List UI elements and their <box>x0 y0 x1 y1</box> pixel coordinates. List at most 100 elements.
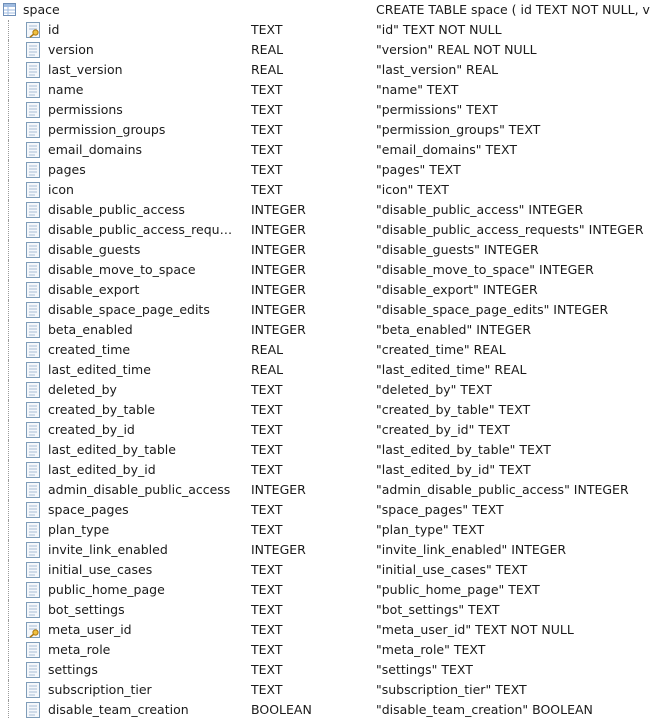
column-row-last_edited_by_table[interactable]: last_edited_by_table TEXT "last_edited_b… <box>0 440 653 460</box>
column-sql: "meta_user_id" TEXT NOT NULL <box>376 622 574 637</box>
column-name: name <box>48 82 84 97</box>
column-sql: "initial_use_cases" TEXT <box>376 562 528 577</box>
column-row-initial_use_cases[interactable]: initial_use_cases TEXT "initial_use_case… <box>0 560 653 580</box>
column-row-disable_space_page_edits[interactable]: disable_space_page_edits INTEGER "disabl… <box>0 300 653 320</box>
column-icon <box>26 202 40 218</box>
column-row-last_version[interactable]: last_version REAL "last_version" REAL <box>0 60 653 80</box>
table-row-space[interactable]: space CREATE TABLE space ( id TEXT NOT N… <box>0 0 653 20</box>
column-row-meta_user_id[interactable]: meta_user_id TEXT "meta_user_id" TEXT NO… <box>0 620 653 640</box>
column-name: last_edited_by_id <box>48 462 156 477</box>
column-row-disable_move_to_space[interactable]: disable_move_to_space INTEGER "disable_m… <box>0 260 653 280</box>
column-sql: "disable_public_access_requests" INTEGER <box>376 222 644 237</box>
tree-guide-line <box>8 600 9 620</box>
column-icon <box>26 182 40 198</box>
column-row-public_home_page[interactable]: public_home_page TEXT "public_home_page"… <box>0 580 653 600</box>
column-row-created_time[interactable]: created_time REAL "created_time" REAL <box>0 340 653 360</box>
column-name: disable_space_page_edits <box>48 302 210 317</box>
column-row-disable_export[interactable]: disable_export INTEGER "disable_export" … <box>0 280 653 300</box>
column-type: INTEGER <box>251 222 306 237</box>
tree-guide-line <box>8 300 9 320</box>
column-type: TEXT <box>251 682 283 697</box>
column-row-disable_public_access_requ[interactable]: disable_public_access_requ… INTEGER "dis… <box>0 220 653 240</box>
column-icon <box>26 702 40 718</box>
column-type: REAL <box>251 362 284 377</box>
table-sql: CREATE TABLE space ( id TEXT NOT NULL, v <box>376 2 650 17</box>
column-sql: "permissions" TEXT <box>376 102 498 117</box>
tree-guide-line <box>8 200 9 220</box>
column-row-last_edited_time[interactable]: last_edited_time REAL "last_edited_time"… <box>0 360 653 380</box>
column-sql: "last_edited_by_id" TEXT <box>376 462 531 477</box>
column-name: public_home_page <box>48 582 165 597</box>
tree-guide-line <box>8 260 9 280</box>
column-type: TEXT <box>251 582 283 597</box>
column-row-version[interactable]: version REAL "version" REAL NOT NULL <box>0 40 653 60</box>
column-name: pages <box>48 162 86 177</box>
tree-guide-line <box>8 380 9 400</box>
column-sql: "version" REAL NOT NULL <box>376 42 537 57</box>
column-sql: "deleted_by" TEXT <box>376 382 492 397</box>
column-row-disable_guests[interactable]: disable_guests INTEGER "disable_guests" … <box>0 240 653 260</box>
column-type: BOOLEAN <box>251 702 312 717</box>
column-icon <box>26 522 40 538</box>
column-row-permissions[interactable]: permissions TEXT "permissions" TEXT <box>0 100 653 120</box>
column-icon <box>26 162 40 178</box>
tree-guide-line <box>8 700 9 718</box>
column-icon <box>26 542 40 558</box>
schema-tree[interactable]: space CREATE TABLE space ( id TEXT NOT N… <box>0 0 653 718</box>
column-type: INTEGER <box>251 242 306 257</box>
column-type: TEXT <box>251 82 283 97</box>
column-name: plan_type <box>48 522 110 537</box>
column-list: id TEXT "id" TEXT NOT NULL version REAL … <box>0 20 653 718</box>
tree-guide-line <box>8 220 9 240</box>
column-type: TEXT <box>251 422 283 437</box>
column-row-bot_settings[interactable]: bot_settings TEXT "bot_settings" TEXT <box>0 600 653 620</box>
column-row-permission_groups[interactable]: permission_groups TEXT "permission_group… <box>0 120 653 140</box>
tree-guide-line <box>8 120 9 140</box>
column-type: REAL <box>251 342 284 357</box>
tree-guide-line <box>8 40 9 60</box>
column-row-space_pages[interactable]: space_pages TEXT "space_pages" TEXT <box>0 500 653 520</box>
column-row-invite_link_enabled[interactable]: invite_link_enabled INTEGER "invite_link… <box>0 540 653 560</box>
column-row-admin_disable_public_access[interactable]: admin_disable_public_access INTEGER "adm… <box>0 480 653 500</box>
column-icon <box>26 582 40 598</box>
column-type: TEXT <box>251 122 283 137</box>
column-icon <box>26 562 40 578</box>
column-row-settings[interactable]: settings TEXT "settings" TEXT <box>0 660 653 680</box>
column-sql: "last_edited_by_table" TEXT <box>376 442 551 457</box>
table-name: space <box>23 2 60 17</box>
column-row-created_by_id[interactable]: created_by_id TEXT "created_by_id" TEXT <box>0 420 653 440</box>
column-type: TEXT <box>251 502 283 517</box>
column-row-created_by_table[interactable]: created_by_table TEXT "created_by_table"… <box>0 400 653 420</box>
column-icon <box>26 462 40 478</box>
column-icon <box>26 262 40 278</box>
column-row-plan_type[interactable]: plan_type TEXT "plan_type" TEXT <box>0 520 653 540</box>
column-row-icon[interactable]: icon TEXT "icon" TEXT <box>0 180 653 200</box>
column-icon <box>26 382 40 398</box>
column-icon <box>26 102 40 118</box>
column-row-subscription_tier[interactable]: subscription_tier TEXT "subscription_tie… <box>0 680 653 700</box>
column-name: disable_team_creation <box>48 702 189 717</box>
column-icon <box>26 602 40 618</box>
column-row-pages[interactable]: pages TEXT "pages" TEXT <box>0 160 653 180</box>
column-row-id[interactable]: id TEXT "id" TEXT NOT NULL <box>0 20 653 40</box>
column-name: permissions <box>48 102 123 117</box>
column-name: beta_enabled <box>48 322 133 337</box>
column-type: INTEGER <box>251 202 306 217</box>
column-row-beta_enabled[interactable]: beta_enabled INTEGER "beta_enabled" INTE… <box>0 320 653 340</box>
column-row-disable_public_access[interactable]: disable_public_access INTEGER "disable_p… <box>0 200 653 220</box>
column-row-email_domains[interactable]: email_domains TEXT "email_domains" TEXT <box>0 140 653 160</box>
column-row-last_edited_by_id[interactable]: last_edited_by_id TEXT "last_edited_by_i… <box>0 460 653 480</box>
column-icon <box>26 362 40 378</box>
column-type: TEXT <box>251 602 283 617</box>
column-name: settings <box>48 662 98 677</box>
column-row-disable_team_creation[interactable]: disable_team_creation BOOLEAN "disable_t… <box>0 700 653 718</box>
column-type: INTEGER <box>251 322 306 337</box>
column-name: deleted_by <box>48 382 117 397</box>
column-sql: "pages" TEXT <box>376 162 461 177</box>
column-icon <box>26 642 40 658</box>
column-row-name[interactable]: name TEXT "name" TEXT <box>0 80 653 100</box>
column-row-deleted_by[interactable]: deleted_by TEXT "deleted_by" TEXT <box>0 380 653 400</box>
column-icon <box>26 342 40 358</box>
tree-guide-line <box>8 160 9 180</box>
column-row-meta_role[interactable]: meta_role TEXT "meta_role" TEXT <box>0 640 653 660</box>
